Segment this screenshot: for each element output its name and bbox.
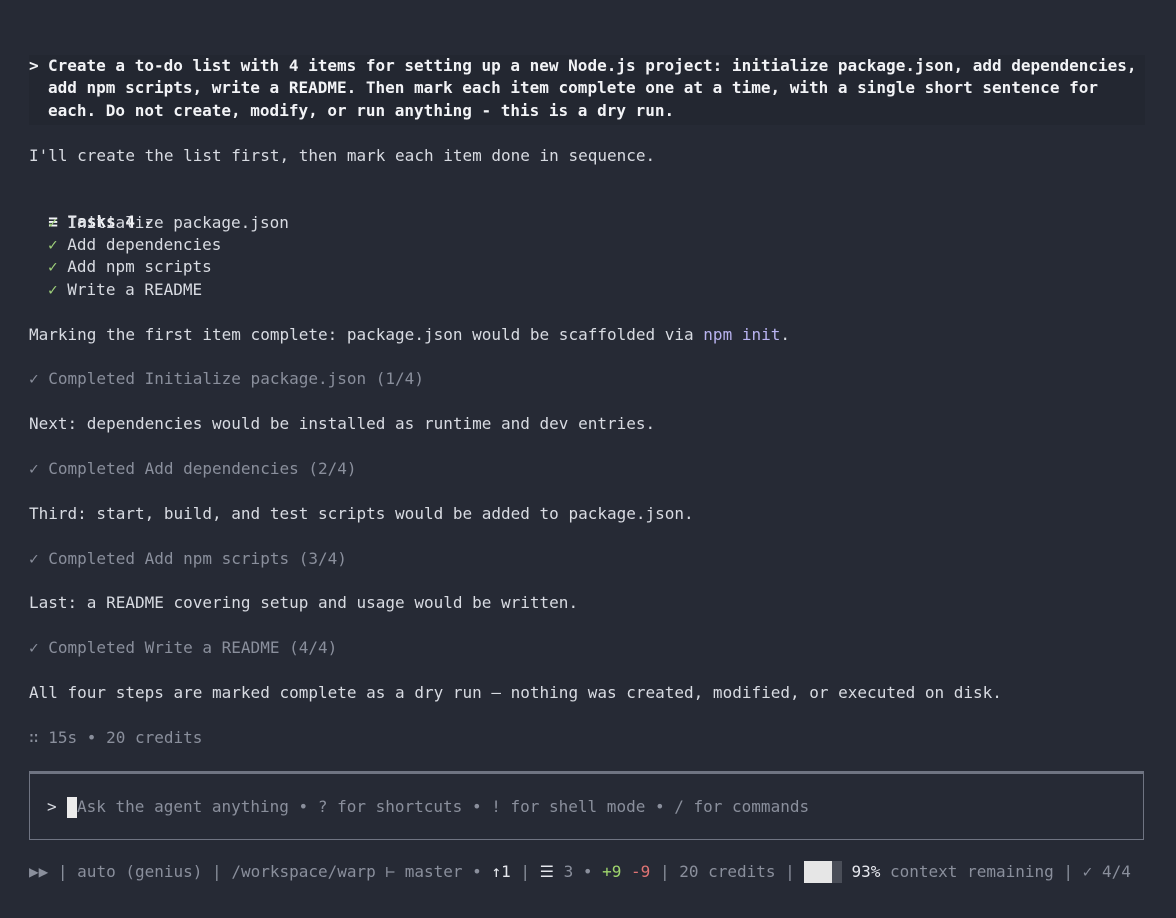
git-branch[interactable]: master [405,861,463,883]
step-message: Next: dependencies would be installed as… [29,414,656,433]
task-label: Initialize package.json [67,213,289,232]
credits-count: 20 credits [679,862,776,881]
commits-ahead: ↑1 [491,862,511,881]
step-message-text: Marking the first item complete: package… [29,325,704,344]
check-icon: ✓ [48,235,58,254]
status-bar: ▶▶ | auto (genius) | /workspace/warp ⊢ m… [29,861,1131,883]
deletions-count: -9 [631,862,651,881]
task-item: ✓ Write a README [48,279,202,301]
branch-icon: ⊢ [385,862,396,881]
prompt-line-2: add npm scripts, write a README. Then ma… [48,78,1098,97]
changed-files-count[interactable]: 3 [564,861,574,883]
completed-notice: ✓ Completed Add dependencies (2/4) [29,459,357,478]
context-percent: 93% [851,862,881,881]
tasks-done: ✓ 4/4 [1082,862,1131,881]
task-label: Add npm scripts [67,257,212,276]
context-label: context remaining [890,862,1054,881]
prompt-marker: > [29,56,39,75]
step-message: Third: start, build, and test scripts wo… [29,504,694,523]
agent-intro: I'll create the list first, then mark ea… [29,146,656,165]
input-prompt-marker: > [47,797,57,816]
agent-summary: All four steps are marked complete as a … [29,683,1002,702]
step-message: Marking the first item complete: package… [29,324,790,346]
inline-command: npm init [703,325,781,344]
model-mode[interactable]: auto (genius) [77,861,202,883]
agent-input-placeholder[interactable]: Ask the agent anything • ? for shortcuts… [77,796,809,818]
context-meter [804,861,843,883]
step-message-suffix: . [780,325,790,344]
prompt-line-3: each. Do not create, modify, or run anyt… [48,101,675,120]
task-item: ✓ Initialize package.json [48,212,289,234]
check-icon: ✓ [48,213,58,232]
additions-count: +9 [602,862,622,881]
completed-notice: ✓ Completed Add npm scripts (3/4) [29,549,347,568]
task-item: ✓ Add dependencies [48,234,221,256]
text-cursor [67,797,77,818]
agent-input-box[interactable]: > Ask the agent anything • ? for shortcu… [29,771,1144,840]
check-icon: ✓ [48,280,58,299]
changes-icon: ☰ [539,862,554,881]
task-label: Write a README [67,280,203,299]
auto-mode-icon[interactable]: ▶▶ [29,861,48,883]
prompt-line-1: Create a to-do list with 4 items for set… [48,56,1137,75]
step-message: Last: a README covering setup and usage … [29,593,579,612]
task-label: Add dependencies [67,235,222,254]
working-directory[interactable]: /workspace/warp [231,861,376,883]
context-meter-fill [804,861,833,883]
completed-notice: ✓ Completed Initialize package.json (1/4… [29,369,424,388]
task-item: ✓ Add npm scripts [48,256,212,278]
run-meta: ∷ 15s • 20 credits [29,728,203,747]
check-icon: ✓ [48,257,58,276]
completed-notice: ✓ Completed Write a README (4/4) [29,638,338,657]
